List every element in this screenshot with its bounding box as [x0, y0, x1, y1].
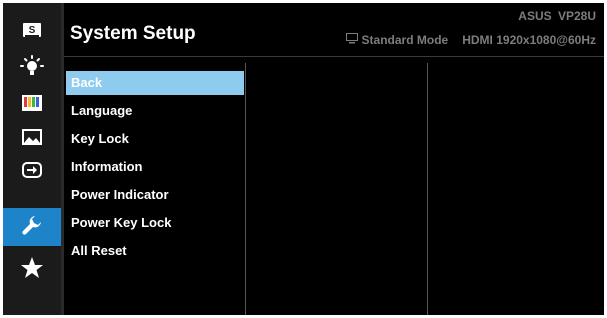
- star-icon: [20, 256, 44, 285]
- rail-divider: [61, 3, 64, 315]
- model-label: ASUS VP28U: [518, 9, 596, 23]
- menu-item-language[interactable]: Language: [66, 97, 244, 125]
- svg-text:S: S: [29, 25, 36, 36]
- menu-item-power-indicator[interactable]: Power Indicator: [66, 181, 244, 209]
- favorite-tab[interactable]: [3, 251, 61, 289]
- menu-item-all-reset[interactable]: All Reset: [66, 237, 244, 265]
- osd-menu: S System Setup ASUS VP28U Standard Mode …: [3, 3, 604, 315]
- color-bars-icon: [21, 94, 43, 117]
- wrench-icon: [21, 214, 43, 241]
- page-title: System Setup: [70, 23, 196, 44]
- system-setup-tab[interactable]: [3, 208, 61, 246]
- menu-item-power-key-lock[interactable]: Power Key Lock: [66, 209, 244, 237]
- brightness-tab[interactable]: [3, 50, 61, 88]
- column-divider-2: [427, 63, 428, 315]
- system-setup-menu: Back Language Key Lock Information Power…: [66, 71, 244, 265]
- input-select-icon: [21, 161, 43, 184]
- mode-label: Standard Mode: [361, 33, 449, 47]
- column-divider-1: [245, 63, 246, 315]
- brightness-icon: [20, 54, 44, 84]
- splendid-s-icon: S: [22, 22, 42, 43]
- color-tab[interactable]: [3, 86, 61, 124]
- sidebar: S: [3, 3, 61, 315]
- status-line: Standard Mode HDMI 1920x1080@60Hz: [345, 33, 596, 47]
- monitor-icon: [345, 33, 358, 47]
- splendid-tab[interactable]: S: [3, 13, 61, 51]
- menu-item-back[interactable]: Back: [66, 71, 244, 95]
- signal-label: HDMI 1920x1080@60Hz: [462, 33, 596, 47]
- menu-item-key-lock[interactable]: Key Lock: [66, 125, 244, 153]
- input-tab[interactable]: [3, 153, 61, 191]
- menu-item-information[interactable]: Information: [66, 153, 244, 181]
- image-icon: [21, 128, 43, 151]
- header-divider: [64, 56, 604, 57]
